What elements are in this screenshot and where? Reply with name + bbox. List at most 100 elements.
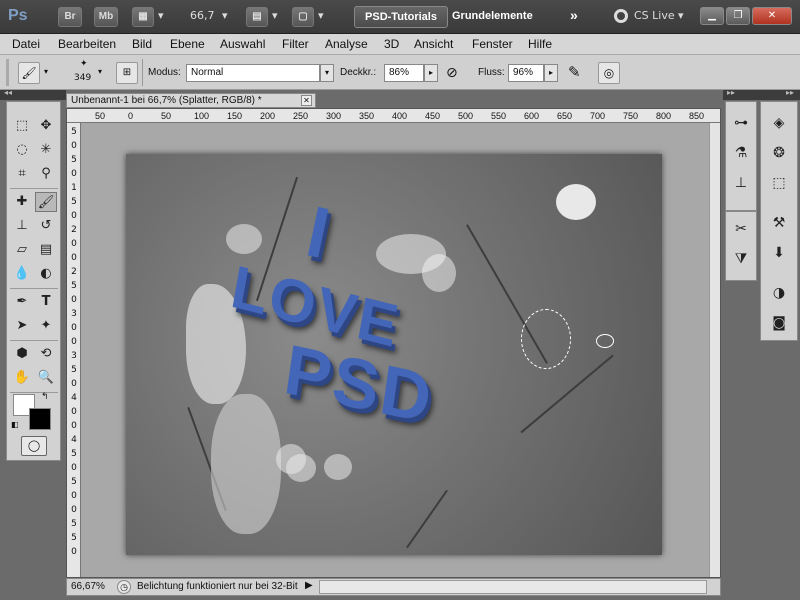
cslive-label[interactable]: CS Live xyxy=(634,9,675,22)
magic-wand-tool-icon[interactable]: ✳ xyxy=(35,140,57,160)
screen-mode-dropdown-icon[interactable]: ▾ xyxy=(318,9,324,22)
screen-mode-icon[interactable]: ▢ xyxy=(292,7,314,27)
horizontal-scrollbar[interactable] xyxy=(319,580,707,594)
brush-tip-icon[interactable]: ✦ xyxy=(80,59,88,69)
photoshop-logo: Ps xyxy=(8,7,28,24)
close-icon[interactable]: ✕ xyxy=(752,7,792,25)
toolbox-header[interactable]: ◂◂ xyxy=(0,88,66,100)
eraser-tool-icon[interactable]: ▱ xyxy=(11,240,33,260)
menu-bar: Datei Bearbeiten Bild Ebene Auswahl Filt… xyxy=(0,34,800,55)
mode-select[interactable]: Normal xyxy=(186,64,320,82)
close-tab-icon[interactable]: ✕ xyxy=(301,95,312,106)
clone-stamp-tool-icon[interactable]: ⊥ xyxy=(11,216,33,236)
restore-icon[interactable]: ❐ xyxy=(726,7,750,25)
workspace-grundelemente[interactable]: Grundelemente xyxy=(452,10,533,22)
background-color-swatch[interactable] xyxy=(29,408,51,430)
adjustments-panel-icon[interactable]: ⊶ xyxy=(729,112,753,134)
minibridge-button[interactable]: Mb xyxy=(94,7,118,27)
ruler-tick-label: 50 xyxy=(161,111,172,121)
status-menu-arrow-icon[interactable]: ▶ xyxy=(305,580,313,591)
menu-fenster[interactable]: Fenster xyxy=(472,37,513,51)
clone-source-panel-icon[interactable]: ✂ xyxy=(729,218,753,240)
zoom-dropdown-icon[interactable]: ▾ xyxy=(222,9,228,22)
status-info-icon[interactable]: ◷ xyxy=(117,580,131,594)
eyedropper-tool-icon[interactable]: ⚲ xyxy=(35,164,57,184)
bridge-button[interactable]: Br xyxy=(58,7,82,27)
arrange-documents-icon[interactable]: ▤ xyxy=(246,7,268,27)
blur-tool-icon[interactable]: 💧 xyxy=(11,264,33,284)
default-colors-icon[interactable]: ◧ xyxy=(11,420,19,429)
quick-mask-icon[interactable]: ◯ xyxy=(21,436,47,456)
menu-bild[interactable]: Bild xyxy=(132,37,152,51)
menu-auswahl[interactable]: Auswahl xyxy=(220,37,265,51)
view-extras-icon[interactable]: ▦ xyxy=(132,7,154,27)
marquee-tool-icon[interactable]: ⬚ xyxy=(11,116,33,136)
3d-orbit-tool-icon[interactable]: ⟲ xyxy=(35,344,57,364)
info-panel-icon[interactable]: ◙ xyxy=(767,312,791,334)
tool-preset-brush-icon[interactable]: 🖌 xyxy=(18,62,40,84)
minimize-icon[interactable]: ▁ xyxy=(700,7,724,25)
tool-presets-panel-icon[interactable]: ⊥ xyxy=(729,172,753,194)
flow-input[interactable]: 96% xyxy=(508,64,544,82)
brush-panel-toggle-icon[interactable]: ⊞ xyxy=(116,62,138,84)
opacity-input[interactable]: 86% xyxy=(384,64,424,82)
menu-analyse[interactable]: Analyse xyxy=(325,37,368,51)
grip-handle[interactable] xyxy=(6,59,9,86)
zoom-level[interactable]: 66,7 xyxy=(190,9,215,22)
canvas[interactable]: I LOVE PSD xyxy=(126,154,662,555)
menu-3d[interactable]: 3D xyxy=(384,37,399,51)
type-tool-icon[interactable]: T xyxy=(35,292,57,312)
menu-ansicht[interactable]: Ansicht xyxy=(414,37,453,51)
swap-colors-icon[interactable]: ↰ xyxy=(41,392,49,402)
horizontal-ruler[interactable]: 50 0 50 100 150 200 250 300 350 400 450 500 550 600 65… xyxy=(67,109,720,123)
history-brush-tool-icon[interactable]: ↺ xyxy=(35,216,57,236)
lasso-tool-icon[interactable]: ◌ xyxy=(11,140,33,160)
flow-slider-arrow-icon[interactable]: ▸ xyxy=(544,64,558,82)
hand-tool-icon[interactable]: ✋ xyxy=(11,368,33,388)
tool-preset-dropdown-icon[interactable]: ▾ xyxy=(44,67,48,76)
dodge-tool-icon[interactable]: ◐ xyxy=(35,264,57,284)
channels-panel-icon[interactable]: ❂ xyxy=(767,142,791,164)
brush-tool-icon[interactable]: 🖌 xyxy=(35,192,57,212)
opacity-slider-arrow-icon[interactable]: ▸ xyxy=(424,64,438,82)
move-tool-icon[interactable]: ✥ xyxy=(35,116,57,136)
pen-tool-icon[interactable]: ✒ xyxy=(11,292,33,312)
healing-brush-tool-icon[interactable]: ✚ xyxy=(11,192,33,212)
vertical-scrollbar[interactable] xyxy=(709,123,720,577)
cslive-dropdown-icon[interactable]: ▾ xyxy=(678,9,684,22)
brush-panel-icon[interactable]: ⧩ xyxy=(729,248,753,270)
status-zoom[interactable]: 66,67% xyxy=(71,581,105,592)
view-extras-dropdown-icon[interactable]: ▾ xyxy=(158,9,164,22)
mode-dropdown-icon[interactable]: ▾ xyxy=(320,64,334,82)
document-tab[interactable]: Unbenannt-1 bei 66,7% (Splatter, RGB/8) … xyxy=(66,93,316,108)
brush-size[interactable]: 349 xyxy=(74,73,91,83)
zoom-tool-icon[interactable]: 🔍 xyxy=(35,368,57,388)
more-workspaces-icon[interactable]: » xyxy=(570,7,578,23)
pressure-size-icon[interactable]: ◎ xyxy=(598,62,620,84)
airbrush-icon[interactable]: ✎ xyxy=(568,63,581,81)
arrange-dropdown-icon[interactable]: ▾ xyxy=(272,9,278,22)
vertical-ruler[interactable]: 5 0 5 0 1 5 0 2 0 0 2 5 0 3 0 0 3 5 0 4 0 0 4 5 0 5 0 0 5 5 0 xyxy=(67,123,81,577)
toolbox: ⬚ ✥ ◌ ✳ ⌗ ⚲ ✚ 🖌 ⊥ ↺ ▱ ▤ 💧 ◐ ✒ T ➤ ✦ ⬢ ⟲ … xyxy=(6,101,61,461)
styles-panel-icon[interactable]: ⚗ xyxy=(729,142,753,164)
actions-panel-icon[interactable]: ⬇ xyxy=(767,242,791,264)
gradient-tool-icon[interactable]: ▤ xyxy=(35,240,57,260)
crop-tool-icon[interactable]: ⌗ xyxy=(11,164,33,184)
layers-panel-icon[interactable]: ◈ xyxy=(767,112,791,134)
menu-datei[interactable]: Datei xyxy=(12,37,40,51)
pressure-opacity-icon[interactable]: ⊘ xyxy=(446,65,458,81)
history-panel-icon[interactable]: ⚒ xyxy=(767,212,791,234)
path-selection-tool-icon[interactable]: ➤ xyxy=(11,316,33,336)
cslive-icon[interactable] xyxy=(614,9,628,23)
navigator-panel-icon[interactable]: ◑ xyxy=(767,282,791,304)
menu-hilfe[interactable]: Hilfe xyxy=(528,37,552,51)
menu-filter[interactable]: Filter xyxy=(282,37,309,51)
panels-header[interactable]: ▸▸ ▸▸ xyxy=(723,88,800,100)
menu-ebene[interactable]: Ebene xyxy=(170,37,205,51)
3d-rotate-tool-icon[interactable]: ⬢ xyxy=(11,344,33,364)
paths-panel-icon[interactable]: ⬚ xyxy=(767,172,791,194)
menu-bearbeiten[interactable]: Bearbeiten xyxy=(58,37,116,51)
workspace-psd-tutorials[interactable]: PSD-Tutorials xyxy=(354,6,448,28)
custom-shape-tool-icon[interactable]: ✦ xyxy=(35,316,57,336)
brush-picker-dropdown-icon[interactable]: ▾ xyxy=(98,67,102,76)
